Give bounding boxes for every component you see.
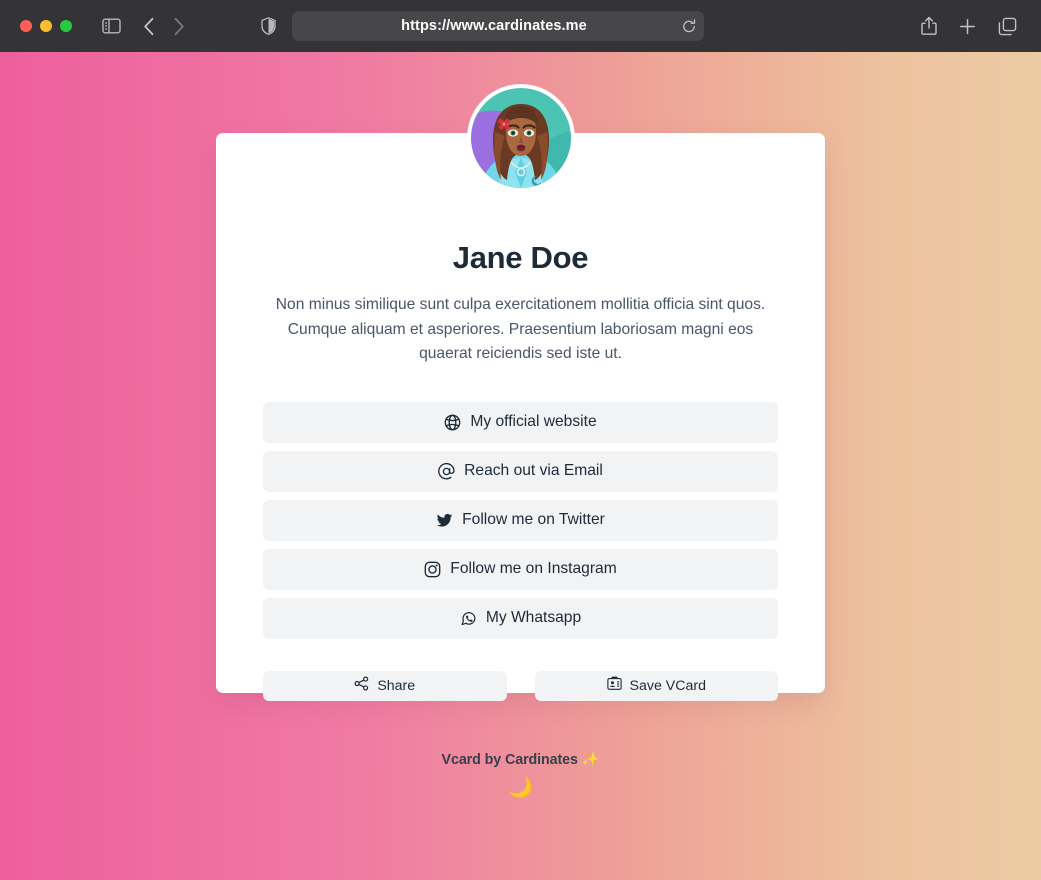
- sidebar-toggle-icon[interactable]: [102, 18, 121, 34]
- share-nodes-icon: [354, 676, 369, 695]
- footer: Vcard by Cardinates ✨ 🌙: [0, 752, 1041, 803]
- browser-window: https://www.cardinates.me Jane Doe Non m…: [0, 0, 1041, 880]
- tab-overview-icon[interactable]: [998, 17, 1017, 36]
- link-label: Follow me on Instagram: [450, 560, 617, 577]
- window-controls: [20, 20, 72, 32]
- back-arrow-icon[interactable]: [143, 17, 155, 36]
- url-text: https://www.cardinates.me: [401, 18, 587, 34]
- link-follow-me-on-instagram[interactable]: Follow me on Instagram: [263, 548, 778, 590]
- privacy-shield-icon[interactable]: [261, 17, 276, 35]
- browser-toolbar: https://www.cardinates.me: [0, 0, 1041, 52]
- close-window-button[interactable]: [20, 20, 32, 32]
- link-follow-me-on-twitter[interactable]: Follow me on Twitter: [263, 499, 778, 541]
- minimize-window-button[interactable]: [40, 20, 52, 32]
- contact-card-icon: [606, 676, 622, 695]
- instagram-icon: [424, 561, 441, 578]
- whatsapp-icon: [460, 610, 477, 627]
- save-vcard-button[interactable]: Save VCard: [534, 670, 778, 701]
- globe-icon: [444, 414, 461, 431]
- address-bar[interactable]: https://www.cardinates.me: [292, 11, 704, 41]
- link-label: My official website: [470, 413, 597, 430]
- link-my-official-website[interactable]: My official website: [263, 401, 778, 443]
- forward-arrow-icon[interactable]: [173, 17, 185, 36]
- share-button[interactable]: Share: [263, 670, 507, 701]
- link-label: Reach out via Email: [464, 462, 603, 479]
- maximize-window-button[interactable]: [60, 20, 72, 32]
- page-content: Jane Doe Non minus similique sunt culpa …: [0, 52, 1041, 880]
- avatar: [466, 84, 575, 192]
- link-my-whatsapp[interactable]: My Whatsapp: [263, 597, 778, 639]
- link-label: Follow me on Twitter: [462, 511, 605, 528]
- action-buttons: Share Save VCard: [263, 670, 778, 701]
- plus-icon[interactable]: [959, 18, 976, 35]
- vcard-panel: Jane Doe Non minus similique sunt culpa …: [216, 133, 825, 701]
- action-label: Share: [377, 677, 416, 694]
- action-label: Save VCard: [629, 677, 707, 694]
- profile-bio: Non minus similique sunt culpa exercitat…: [275, 296, 766, 362]
- twitter-icon: [436, 512, 453, 529]
- moon-icon: 🌙: [508, 777, 533, 799]
- share-icon[interactable]: [921, 16, 937, 36]
- link-list: My official website Reach out via Email: [263, 401, 778, 639]
- link-label: My Whatsapp: [485, 609, 582, 626]
- reload-icon[interactable]: [674, 18, 704, 34]
- toolbar-actions: [921, 16, 1017, 36]
- link-reach-out-via-email[interactable]: Reach out via Email: [263, 450, 778, 492]
- page-title: Jane Doe: [452, 240, 589, 275]
- footer-credit: Vcard by Cardinates ✨: [441, 752, 600, 768]
- avatar-image: [466, 84, 575, 192]
- at-sign-icon: [438, 462, 455, 480]
